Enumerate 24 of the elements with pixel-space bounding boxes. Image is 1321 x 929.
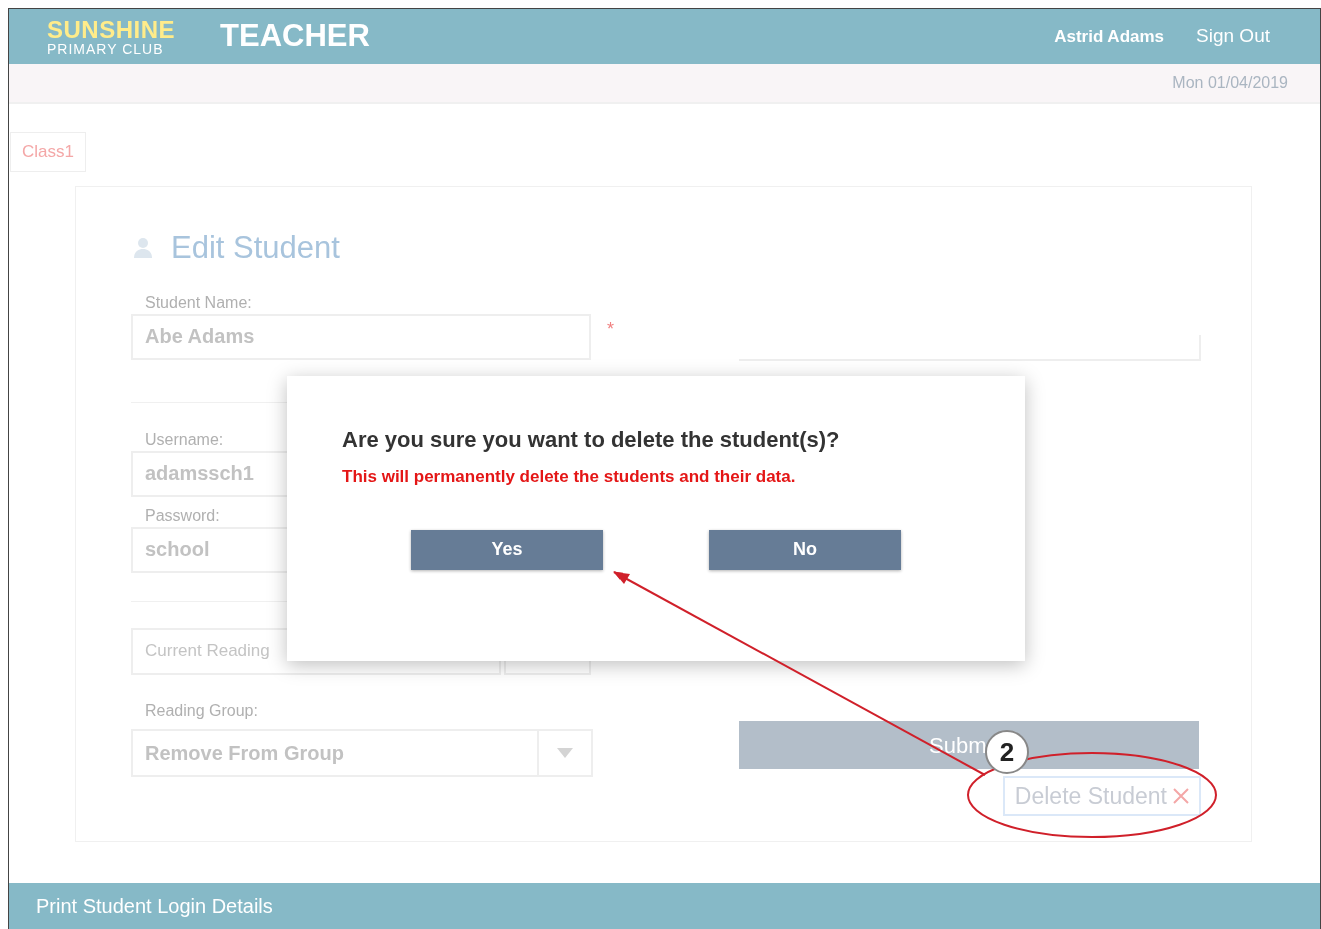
logo-title: SUNSHINE — [47, 17, 176, 42]
input-field[interactable]: Abe Adams — [131, 313, 591, 360]
field-label: Password: — [145, 505, 220, 526]
user-name: Astrid Adams — [1054, 25, 1165, 48]
caret-icon — [557, 747, 573, 758]
dialog-button[interactable]: Yes — [411, 529, 603, 570]
class-tab[interactable]: Class1 — [10, 132, 86, 172]
field-label: Student Name: — [145, 292, 252, 313]
field-label: Username: — [145, 429, 224, 450]
required-asterisk: * — [607, 317, 614, 341]
group-select[interactable]: Remove From Group — [131, 728, 593, 777]
date-label: Mon 01/04/2019 — [1172, 73, 1288, 93]
role-title: TEACHER — [220, 17, 370, 56]
logo-subtitle: PRIMARY CLUB — [47, 41, 165, 56]
form-title: Edit Student — [171, 229, 340, 267]
dialog-warning: This will permanently delete the students and their data. — [342, 466, 797, 488]
field-label: Reading Group: — [145, 700, 258, 721]
person-icon — [133, 237, 153, 260]
select-value: Remove From Group — [144, 740, 345, 766]
dialog-title: Are you sure you want to delete the student(s)? — [342, 426, 841, 454]
close-icon — [1173, 788, 1189, 804]
sign-out-link[interactable]: Sign Out — [1196, 22, 1270, 51]
footer-link[interactable]: Print Student Login Details — [36, 891, 273, 921]
dialog-button[interactable]: No — [709, 529, 901, 570]
